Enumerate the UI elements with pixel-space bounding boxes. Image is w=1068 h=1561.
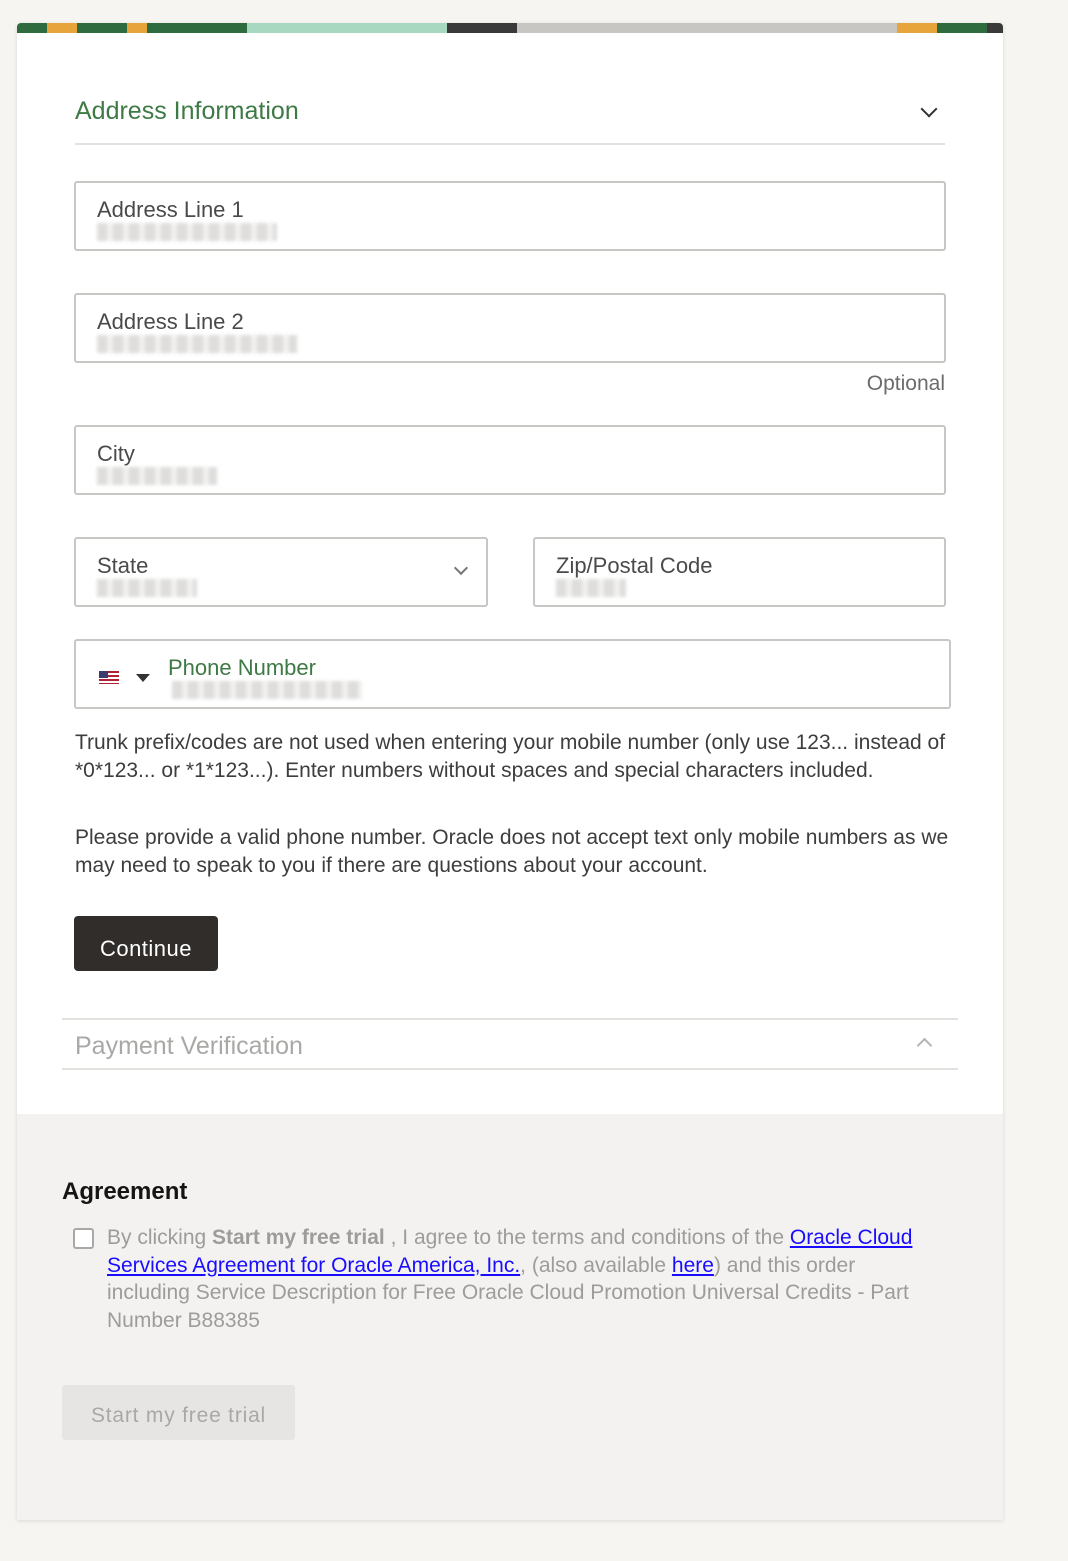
agreement-checkbox[interactable] [73,1228,94,1249]
address-line-2-field[interactable]: Address Line 2 [74,293,946,363]
payment-section-header[interactable]: Payment Verification [62,1018,958,1070]
phone-help-text-1: Trunk prefix/codes are not used when ent… [75,731,946,782]
phone-help-text-2: Please provide a valid phone number. Ora… [75,826,949,877]
agreement-text-prefix: By clicking [107,1226,213,1249]
zip-label: Zip/Postal Code [556,553,713,578]
address-line-1-field[interactable]: Address Line 1 [74,181,946,251]
city-field[interactable]: City [74,425,946,495]
zip-field[interactable]: Zip/Postal Code [533,537,946,607]
decorative-banner [17,23,1003,33]
address-line-1-label: Address Line 1 [97,197,244,222]
continue-button[interactable]: Continue [74,916,218,971]
address-line-2-label: Address Line 2 [97,309,244,334]
state-value-redacted [97,579,197,597]
chevron-up-icon[interactable] [916,1037,933,1054]
us-flag-icon[interactable] [99,671,119,684]
address-section-title: Address Information [75,97,299,125]
address-section-header[interactable]: Address Information [75,83,945,145]
agreement-text-bold: Start my free trial [212,1226,385,1249]
city-label: City [97,441,135,466]
state-label: State [97,553,149,578]
phone-label: Phone Number [168,655,316,680]
address-line-1-value-redacted [97,223,277,241]
chevron-down-icon[interactable] [920,100,938,118]
zip-value-redacted [556,579,626,597]
phone-value-redacted [172,681,362,699]
signup-card: Address Information Address Line 1 Addre… [17,23,1003,1520]
agreement-text: By clicking Start my free trial , I agre… [107,1224,937,1334]
agreement-text-mid: , I agree to the terms and conditions of… [384,1226,790,1249]
chevron-down-icon[interactable] [453,560,469,576]
city-value-redacted [97,467,217,485]
payment-section-title: Payment Verification [75,1032,303,1060]
caret-down-icon[interactable] [136,674,150,682]
agreement-section: Agreement By clicking Start my free tria… [17,1114,1003,1520]
agreement-text-after-link: , (also available [520,1253,672,1277]
here-link[interactable]: here [672,1254,714,1277]
address-line-2-optional-hint: Optional [866,372,945,395]
start-free-trial-button[interactable]: Start my free trial [62,1385,295,1440]
agreement-title: Agreement [62,1178,188,1205]
address-line-2-value-redacted [97,335,297,353]
phone-field[interactable]: Phone Number [74,639,951,709]
state-select[interactable]: State [74,537,488,607]
